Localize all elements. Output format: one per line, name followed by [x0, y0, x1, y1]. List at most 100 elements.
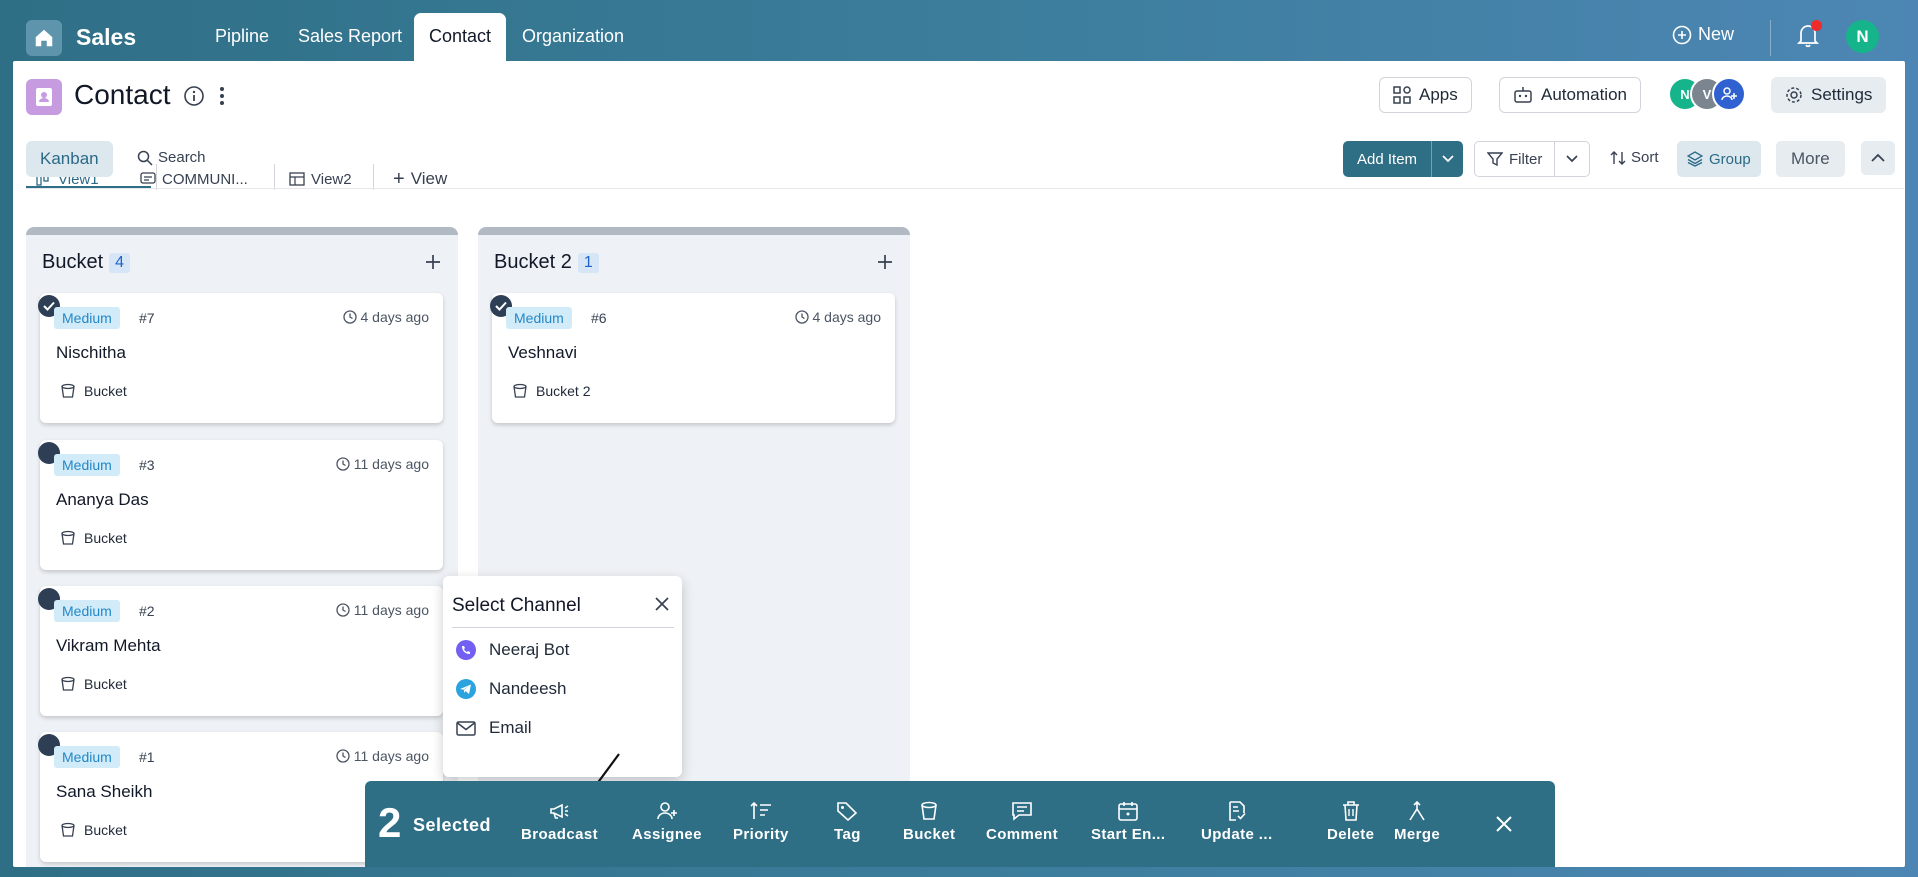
kebab-icon [220, 87, 224, 105]
filter-icon [1487, 152, 1503, 167]
trash-icon [1342, 801, 1359, 821]
clock-icon [336, 457, 350, 471]
priority-badge: Medium [54, 307, 120, 329]
channel-option-nandeesh[interactable]: Nandeesh [455, 678, 567, 700]
filter-button[interactable]: Filter [1475, 142, 1556, 176]
group-button[interactable]: Group [1677, 141, 1761, 177]
column-header: Bucket 4 [42, 251, 131, 274]
new-button-label: New [1698, 24, 1735, 44]
message-icon [140, 172, 156, 184]
kanban-column-bucket: Bucket 4 Medium #7 4 days ago Nischitha … [26, 227, 458, 867]
tab-label: View2 [311, 170, 352, 188]
tag-button[interactable]: Tag [834, 801, 861, 843]
channel-option-neeraj-bot[interactable]: Neeraj Bot [455, 639, 569, 661]
add-item-dropdown[interactable] [1431, 141, 1464, 177]
merge-icon [1409, 801, 1425, 821]
assignee-button[interactable]: Assignee [632, 801, 702, 843]
action-label: Start En... [1091, 826, 1166, 843]
apps-icon [1393, 86, 1411, 104]
nav-tab-pipline[interactable]: Pipline [200, 13, 284, 61]
table-icon [289, 172, 305, 186]
card-id: #1 [139, 749, 155, 765]
top-navbar: Sales Pipline Sales Report Contact Organ… [0, 0, 1918, 61]
nav-tab-sales-report[interactable]: Sales Report [283, 13, 417, 61]
channel-option-email[interactable]: Email [455, 717, 532, 739]
collapse-button[interactable] [1861, 141, 1895, 175]
info-button[interactable] [183, 85, 205, 107]
filter-dropdown[interactable] [1555, 142, 1589, 176]
start-end-date-button[interactable]: Start En... [1091, 801, 1165, 843]
new-button[interactable]: New [1672, 24, 1734, 45]
add-card-button[interactable] [876, 253, 894, 271]
more-options-button[interactable] [217, 85, 227, 107]
priority-button[interactable]: Priority [733, 801, 789, 843]
card-bucket: Bucket [60, 383, 127, 399]
email-icon [456, 721, 476, 736]
plus-icon [878, 255, 892, 269]
action-label: Priority [733, 826, 789, 843]
settings-button[interactable]: Settings [1771, 77, 1887, 113]
bucket-name: Bucket [84, 822, 127, 838]
tag-icon [837, 802, 858, 821]
sort-button[interactable]: Sort [1610, 149, 1659, 166]
add-item-button[interactable]: Add Item [1343, 141, 1432, 177]
action-label: Comment [986, 826, 1058, 843]
bucket-icon [513, 383, 527, 398]
megaphone-icon [550, 803, 569, 819]
search-icon [137, 150, 153, 166]
add-user-icon [1721, 87, 1737, 101]
automation-label: Automation [1541, 85, 1627, 104]
robot-icon [1514, 87, 1532, 103]
sort-label: Sort [1631, 149, 1659, 166]
card-id: #3 [139, 457, 155, 473]
card-name: Veshnavi [508, 343, 577, 362]
card-name: Nischitha [56, 343, 126, 362]
kanban-card[interactable]: Medium #3 11 days ago Ananya Das Bucket [38, 440, 443, 570]
search-label: Search [158, 149, 206, 166]
layers-icon [1687, 151, 1703, 167]
column-count-badge: 4 [109, 252, 131, 273]
comment-button[interactable]: Comment [986, 801, 1058, 843]
priority-badge: Medium [54, 454, 120, 476]
filter-button-group: Filter [1474, 141, 1591, 177]
time-text: 11 days ago [353, 748, 429, 764]
kanban-layout-button[interactable]: Kanban [26, 141, 113, 177]
home-button[interactable] [26, 20, 62, 56]
close-icon [655, 597, 669, 611]
card-name: Sana Sheikh [56, 782, 153, 801]
close-icon [1496, 816, 1512, 832]
add-member-button[interactable] [1712, 77, 1746, 111]
automation-button[interactable]: Automation [1499, 77, 1641, 113]
action-label: Broadcast [521, 826, 598, 843]
update-button[interactable]: Update ... [1201, 801, 1273, 843]
broadcast-button[interactable]: Broadcast [521, 801, 598, 843]
settings-label: Settings [1811, 85, 1873, 104]
user-avatar[interactable]: N [1846, 20, 1879, 53]
close-popover-button[interactable] [654, 596, 670, 612]
priority-icon [750, 801, 771, 819]
chevron-down-icon [1566, 155, 1578, 163]
more-button[interactable]: More [1776, 141, 1845, 177]
merge-button[interactable]: Merge [1394, 801, 1440, 843]
kanban-card[interactable]: Medium #7 4 days ago Nischitha Bucket [38, 293, 443, 423]
channel-name: Nandeesh [489, 679, 567, 698]
delete-button[interactable]: Delete [1327, 801, 1374, 843]
time-text: 11 days ago [353, 456, 429, 472]
nav-tab-organization[interactable]: Organization [507, 13, 639, 61]
channel-name: Neeraj Bot [489, 640, 570, 659]
document-check-icon [1228, 801, 1246, 821]
bucket-name: Bucket [84, 530, 127, 546]
column-title: Bucket [42, 251, 104, 273]
nav-tab-contact[interactable]: Contact [414, 13, 507, 61]
kanban-card[interactable]: Medium #2 11 days ago Vikram Mehta Bucke… [38, 586, 443, 716]
add-card-button[interactable] [424, 253, 442, 271]
kanban-card[interactable]: Medium #6 4 days ago Veshnavi Bucket 2 [490, 293, 895, 423]
search-button[interactable]: Search [137, 149, 206, 166]
notification-dot [1811, 20, 1822, 31]
column-title: Bucket 2 [494, 251, 572, 273]
close-bulk-bar-button[interactable] [1495, 815, 1513, 833]
clock-icon [336, 749, 350, 763]
apps-button[interactable]: Apps [1379, 77, 1472, 113]
bucket-button[interactable]: Bucket [903, 801, 955, 843]
clock-icon [336, 603, 350, 617]
